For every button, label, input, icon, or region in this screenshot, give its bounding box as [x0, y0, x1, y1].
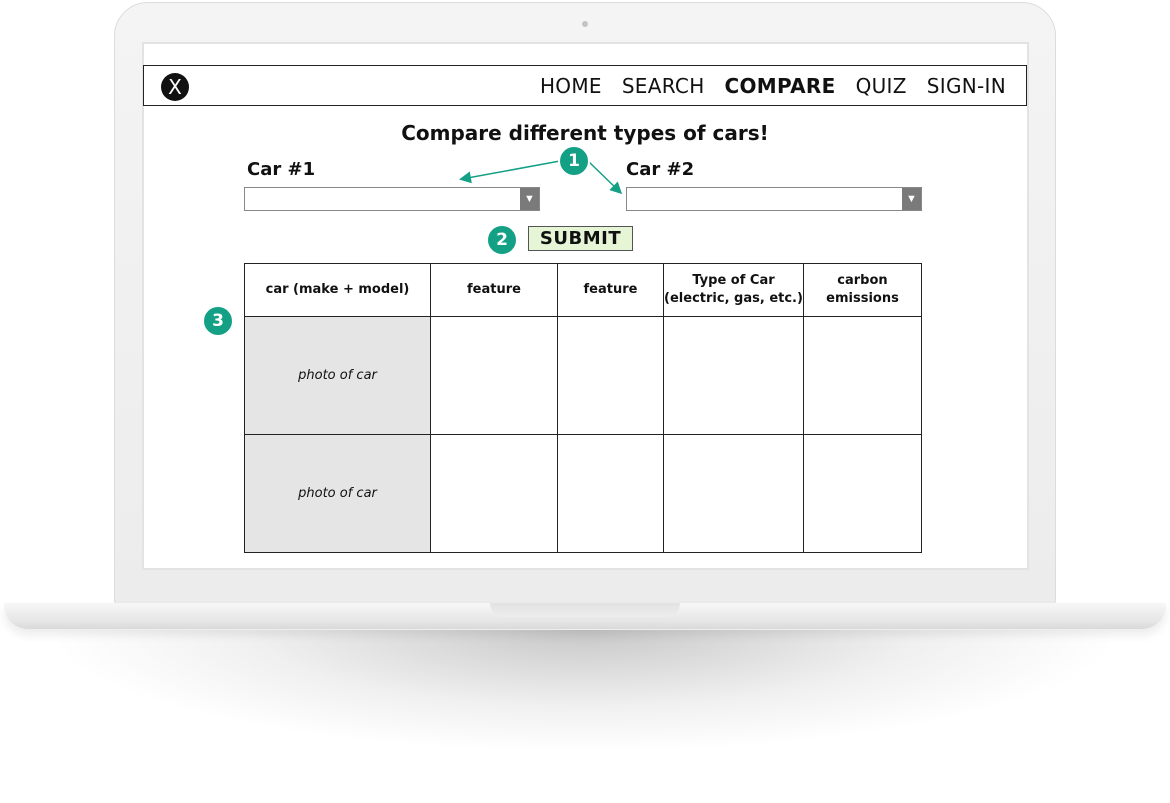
table-row: photo of car — [244, 434, 922, 553]
header-type-of-car: Type of Car (electric, gas, etc.) — [663, 263, 804, 317]
submit-button[interactable]: SUBMIT — [528, 226, 633, 251]
table-cell — [663, 316, 804, 435]
annotation-badge-3: 3 — [202, 305, 234, 337]
table-cell — [430, 434, 558, 553]
camera-icon — [582, 21, 588, 27]
page-title: Compare different types of cars! — [401, 121, 769, 145]
header-car-make-model: car (make + model) — [244, 263, 431, 317]
table-cell — [557, 434, 664, 553]
table-cell — [803, 434, 922, 553]
car1-label: Car #1 — [247, 159, 316, 180]
table-cell — [557, 316, 664, 435]
table-row: photo of car — [244, 316, 922, 435]
annotation-badge-2: 2 — [486, 224, 518, 256]
header-feature-1: feature — [430, 263, 558, 317]
nav-links: HOME SEARCH COMPARE QUIZ SIGN-IN — [540, 74, 1006, 98]
nav-link-home[interactable]: HOME — [540, 74, 602, 98]
laptop-shadow — [60, 630, 1110, 750]
header-carbon-emissions: carbon emissions — [803, 263, 922, 317]
chevron-down-icon[interactable]: ▼ — [902, 188, 921, 210]
header-feature-2: feature — [557, 263, 664, 317]
chevron-down-icon[interactable]: ▼ — [520, 188, 539, 210]
car2-label: Car #2 — [626, 159, 695, 180]
comparison-table: car (make + model) feature feature Type … — [244, 263, 922, 553]
nav-link-search[interactable]: SEARCH — [622, 74, 705, 98]
annotation-badge-1: 1 — [558, 145, 590, 177]
logo-icon[interactable]: X — [161, 73, 189, 101]
car1-select[interactable]: ▼ — [244, 187, 540, 211]
nav-bar: X HOME SEARCH COMPARE QUIZ SIGN-IN — [143, 65, 1027, 106]
nav-link-compare[interactable]: COMPARE — [725, 74, 836, 98]
table-cell — [663, 434, 804, 553]
nav-link-sign-in[interactable]: SIGN-IN — [927, 74, 1006, 98]
table-cell — [803, 316, 922, 435]
car2-select[interactable]: ▼ — [626, 187, 922, 211]
car-photo-cell: photo of car — [244, 316, 431, 435]
car-photo-cell: photo of car — [244, 434, 431, 553]
table-header-row: car (make + model) feature feature Type … — [244, 263, 922, 317]
table-cell — [430, 316, 558, 435]
nav-link-quiz[interactable]: QUIZ — [856, 74, 907, 98]
laptop-notch — [490, 603, 680, 617]
